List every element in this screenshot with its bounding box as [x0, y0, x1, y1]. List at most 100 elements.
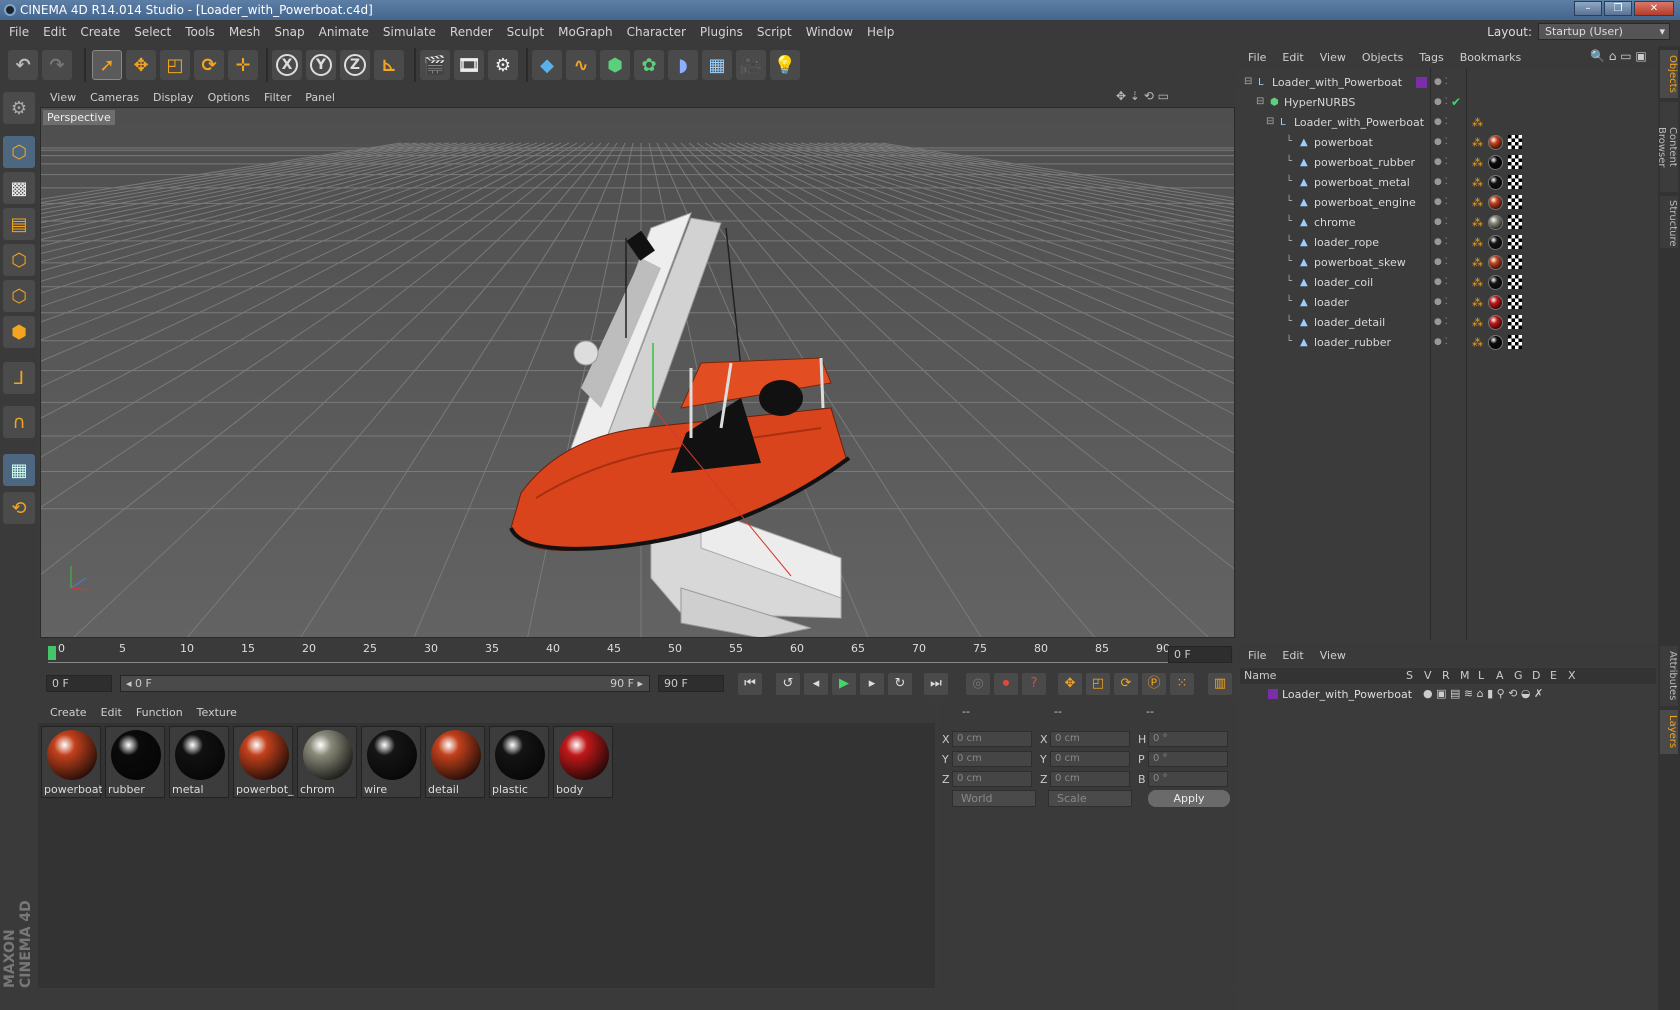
camera-icon[interactable]: 🎥: [736, 50, 766, 80]
object-menu-objects[interactable]: Objects: [1362, 51, 1404, 64]
tab-objects[interactable]: Objects: [1660, 50, 1678, 98]
play-icon[interactable]: ▶: [832, 673, 856, 695]
viewport-nav-icons[interactable]: ✥ ⇣ ⟲ ▭: [1116, 89, 1169, 103]
spline-pen-icon[interactable]: ∿: [566, 50, 596, 80]
layer-column-s[interactable]: S: [1406, 669, 1413, 682]
layer-column-e[interactable]: E: [1550, 669, 1557, 682]
viewport-menu-filter[interactable]: Filter: [264, 91, 291, 104]
menu-mograph[interactable]: MoGraph: [558, 25, 613, 39]
tree-expander-icon[interactable]: └: [1286, 196, 1292, 207]
coord-value-field[interactable]: 0 °: [1148, 731, 1228, 747]
viewport-menu-view[interactable]: View: [50, 91, 76, 104]
end-frame-field[interactable]: 90 F: [658, 675, 724, 692]
frame-range-slider[interactable]: ◂ 0 F 90 F ▸: [120, 675, 650, 692]
visibility-dots-icon[interactable]: ● ⁚: [1434, 77, 1448, 87]
layer-column-m[interactable]: M: [1460, 669, 1470, 682]
menu-mesh[interactable]: Mesh: [229, 25, 261, 39]
timeline-ruler[interactable]: [38, 642, 1235, 670]
menu-character[interactable]: Character: [627, 25, 686, 39]
light-icon[interactable]: 💡: [770, 50, 800, 80]
go-to-end-icon[interactable]: ⏭: [924, 673, 948, 695]
material-menu-texture[interactable]: Texture: [197, 706, 237, 719]
object-row[interactable]: ⊟ L Loader_with_Powerboat ● ⁚: [1238, 73, 1658, 93]
layer-menu-view[interactable]: View: [1320, 649, 1346, 662]
texture-tag-icon[interactable]: [1508, 255, 1522, 269]
object-row[interactable]: ⊟ ⬢ HyperNURBS ● ⁚ ✔: [1238, 93, 1658, 113]
coord-value-field[interactable]: 0 cm: [952, 771, 1032, 787]
texture-mode-icon[interactable]: ▩: [3, 172, 35, 204]
tree-expander-icon[interactable]: ⊟: [1244, 76, 1252, 87]
coord-value-field[interactable]: 0 °: [1148, 771, 1228, 787]
model-mode-icon[interactable]: ⬡: [3, 136, 35, 168]
material-tag-icon[interactable]: [1488, 255, 1503, 270]
material-tag-icon[interactable]: [1488, 235, 1503, 250]
menu-help[interactable]: Help: [867, 25, 894, 39]
material-tag-icon[interactable]: [1488, 135, 1503, 150]
tree-expander-icon[interactable]: └: [1286, 136, 1292, 147]
material-swatch[interactable]: metal: [169, 726, 229, 798]
last-tool-icon[interactable]: ✛: [228, 50, 258, 80]
live-selection-icon[interactable]: ➚: [92, 50, 122, 80]
phong-tag-icon[interactable]: ⁂: [1472, 276, 1484, 289]
material-swatch[interactable]: detail: [425, 726, 485, 798]
tree-expander-icon[interactable]: └: [1286, 316, 1292, 327]
object-row[interactable]: └ ▲ powerboat_skew ● ⁚ ⁂: [1238, 253, 1658, 273]
visibility-dots-icon[interactable]: ● ⁚: [1434, 137, 1448, 147]
texture-tag-icon[interactable]: [1508, 215, 1522, 229]
rotate-icon[interactable]: ⟳: [194, 50, 224, 80]
object-menu-tags[interactable]: Tags: [1419, 51, 1443, 64]
floor-icon[interactable]: ▦: [702, 50, 732, 80]
timeline-window-icon[interactable]: ▥: [1208, 673, 1232, 695]
tab-attributes[interactable]: Attributes: [1660, 646, 1678, 706]
menu-animate[interactable]: Animate: [319, 25, 369, 39]
texture-tag-icon[interactable]: [1508, 275, 1522, 289]
menu-snap[interactable]: Snap: [274, 25, 304, 39]
layer-column-l[interactable]: L: [1478, 669, 1484, 682]
tree-expander-icon[interactable]: ⊟: [1256, 96, 1264, 107]
snap-icon[interactable]: ▦: [3, 454, 35, 486]
tree-expander-icon[interactable]: ⊟: [1266, 116, 1274, 127]
make-editable-icon[interactable]: ⚙: [3, 92, 35, 124]
viewport-menu-cameras[interactable]: Cameras: [90, 91, 139, 104]
visibility-dots-icon[interactable]: ● ⁚: [1434, 97, 1448, 107]
tree-expander-icon[interactable]: └: [1286, 256, 1292, 267]
visibility-dots-icon[interactable]: ● ⁚: [1434, 217, 1448, 227]
layer-column-g[interactable]: G: [1514, 669, 1523, 682]
material-swatch[interactable]: body: [553, 726, 613, 798]
tree-expander-icon[interactable]: └: [1286, 216, 1292, 227]
visibility-dots-icon[interactable]: ● ⁚: [1434, 257, 1448, 267]
object-row[interactable]: └ ▲ powerboat ● ⁚ ⁂: [1238, 133, 1658, 153]
tree-expander-icon[interactable]: └: [1286, 156, 1292, 167]
material-tag-icon[interactable]: [1488, 175, 1503, 190]
tab-content-browser[interactable]: Content Browser: [1656, 102, 1678, 192]
menu-render[interactable]: Render: [450, 25, 493, 39]
layer-column-d[interactable]: D: [1532, 669, 1540, 682]
scale-icon[interactable]: ◰: [160, 50, 190, 80]
object-row[interactable]: └ ▲ loader_detail ● ⁚ ⁂: [1238, 313, 1658, 333]
key-scale-icon[interactable]: ◰: [1086, 673, 1110, 695]
phong-tag-icon[interactable]: ⁂: [1472, 256, 1484, 269]
render-settings-icon[interactable]: ⚙: [488, 50, 518, 80]
key-rotation-icon[interactable]: ⟳: [1114, 673, 1138, 695]
phong-tag-icon[interactable]: ⁂: [1472, 136, 1484, 149]
layer-row[interactable]: Loader_with_Powerboat ● ▣ ▤ ≋ ⌂ ▮ ⚲ ⟲ ◒ …: [1240, 686, 1656, 704]
tree-expander-icon[interactable]: └: [1286, 336, 1292, 347]
texture-tag-icon[interactable]: [1508, 175, 1522, 189]
phong-tag-icon[interactable]: ⁂: [1472, 336, 1484, 349]
object-row[interactable]: └ ▲ loader_coil ● ⁚ ⁂: [1238, 273, 1658, 293]
render-picture-viewer-icon[interactable]: 🎞: [454, 50, 484, 80]
layer-column-v[interactable]: V: [1424, 669, 1432, 682]
coordinate-system-icon[interactable]: ⊾: [374, 50, 404, 80]
coord-value-field[interactable]: 0 °: [1148, 751, 1228, 767]
apply-button[interactable]: Apply: [1148, 790, 1230, 807]
texture-tag-icon[interactable]: [1508, 335, 1522, 349]
visibility-dots-icon[interactable]: ● ⁚: [1434, 337, 1448, 347]
maximize-button[interactable]: ❐: [1604, 1, 1632, 16]
object-manager-nav-icons[interactable]: 🔍 ⌂ ▭ ▣: [1590, 49, 1647, 63]
enabled-check-icon[interactable]: ✔: [1451, 95, 1461, 109]
object-row[interactable]: ⊟ L Loader_with_Powerboat ● ⁚ ⁂: [1238, 113, 1658, 133]
next-key-icon[interactable]: ↻: [888, 673, 912, 695]
coord-value-field[interactable]: 0 cm: [952, 751, 1032, 767]
material-swatch[interactable]: rubber: [105, 726, 165, 798]
material-tag-icon[interactable]: [1488, 315, 1503, 330]
